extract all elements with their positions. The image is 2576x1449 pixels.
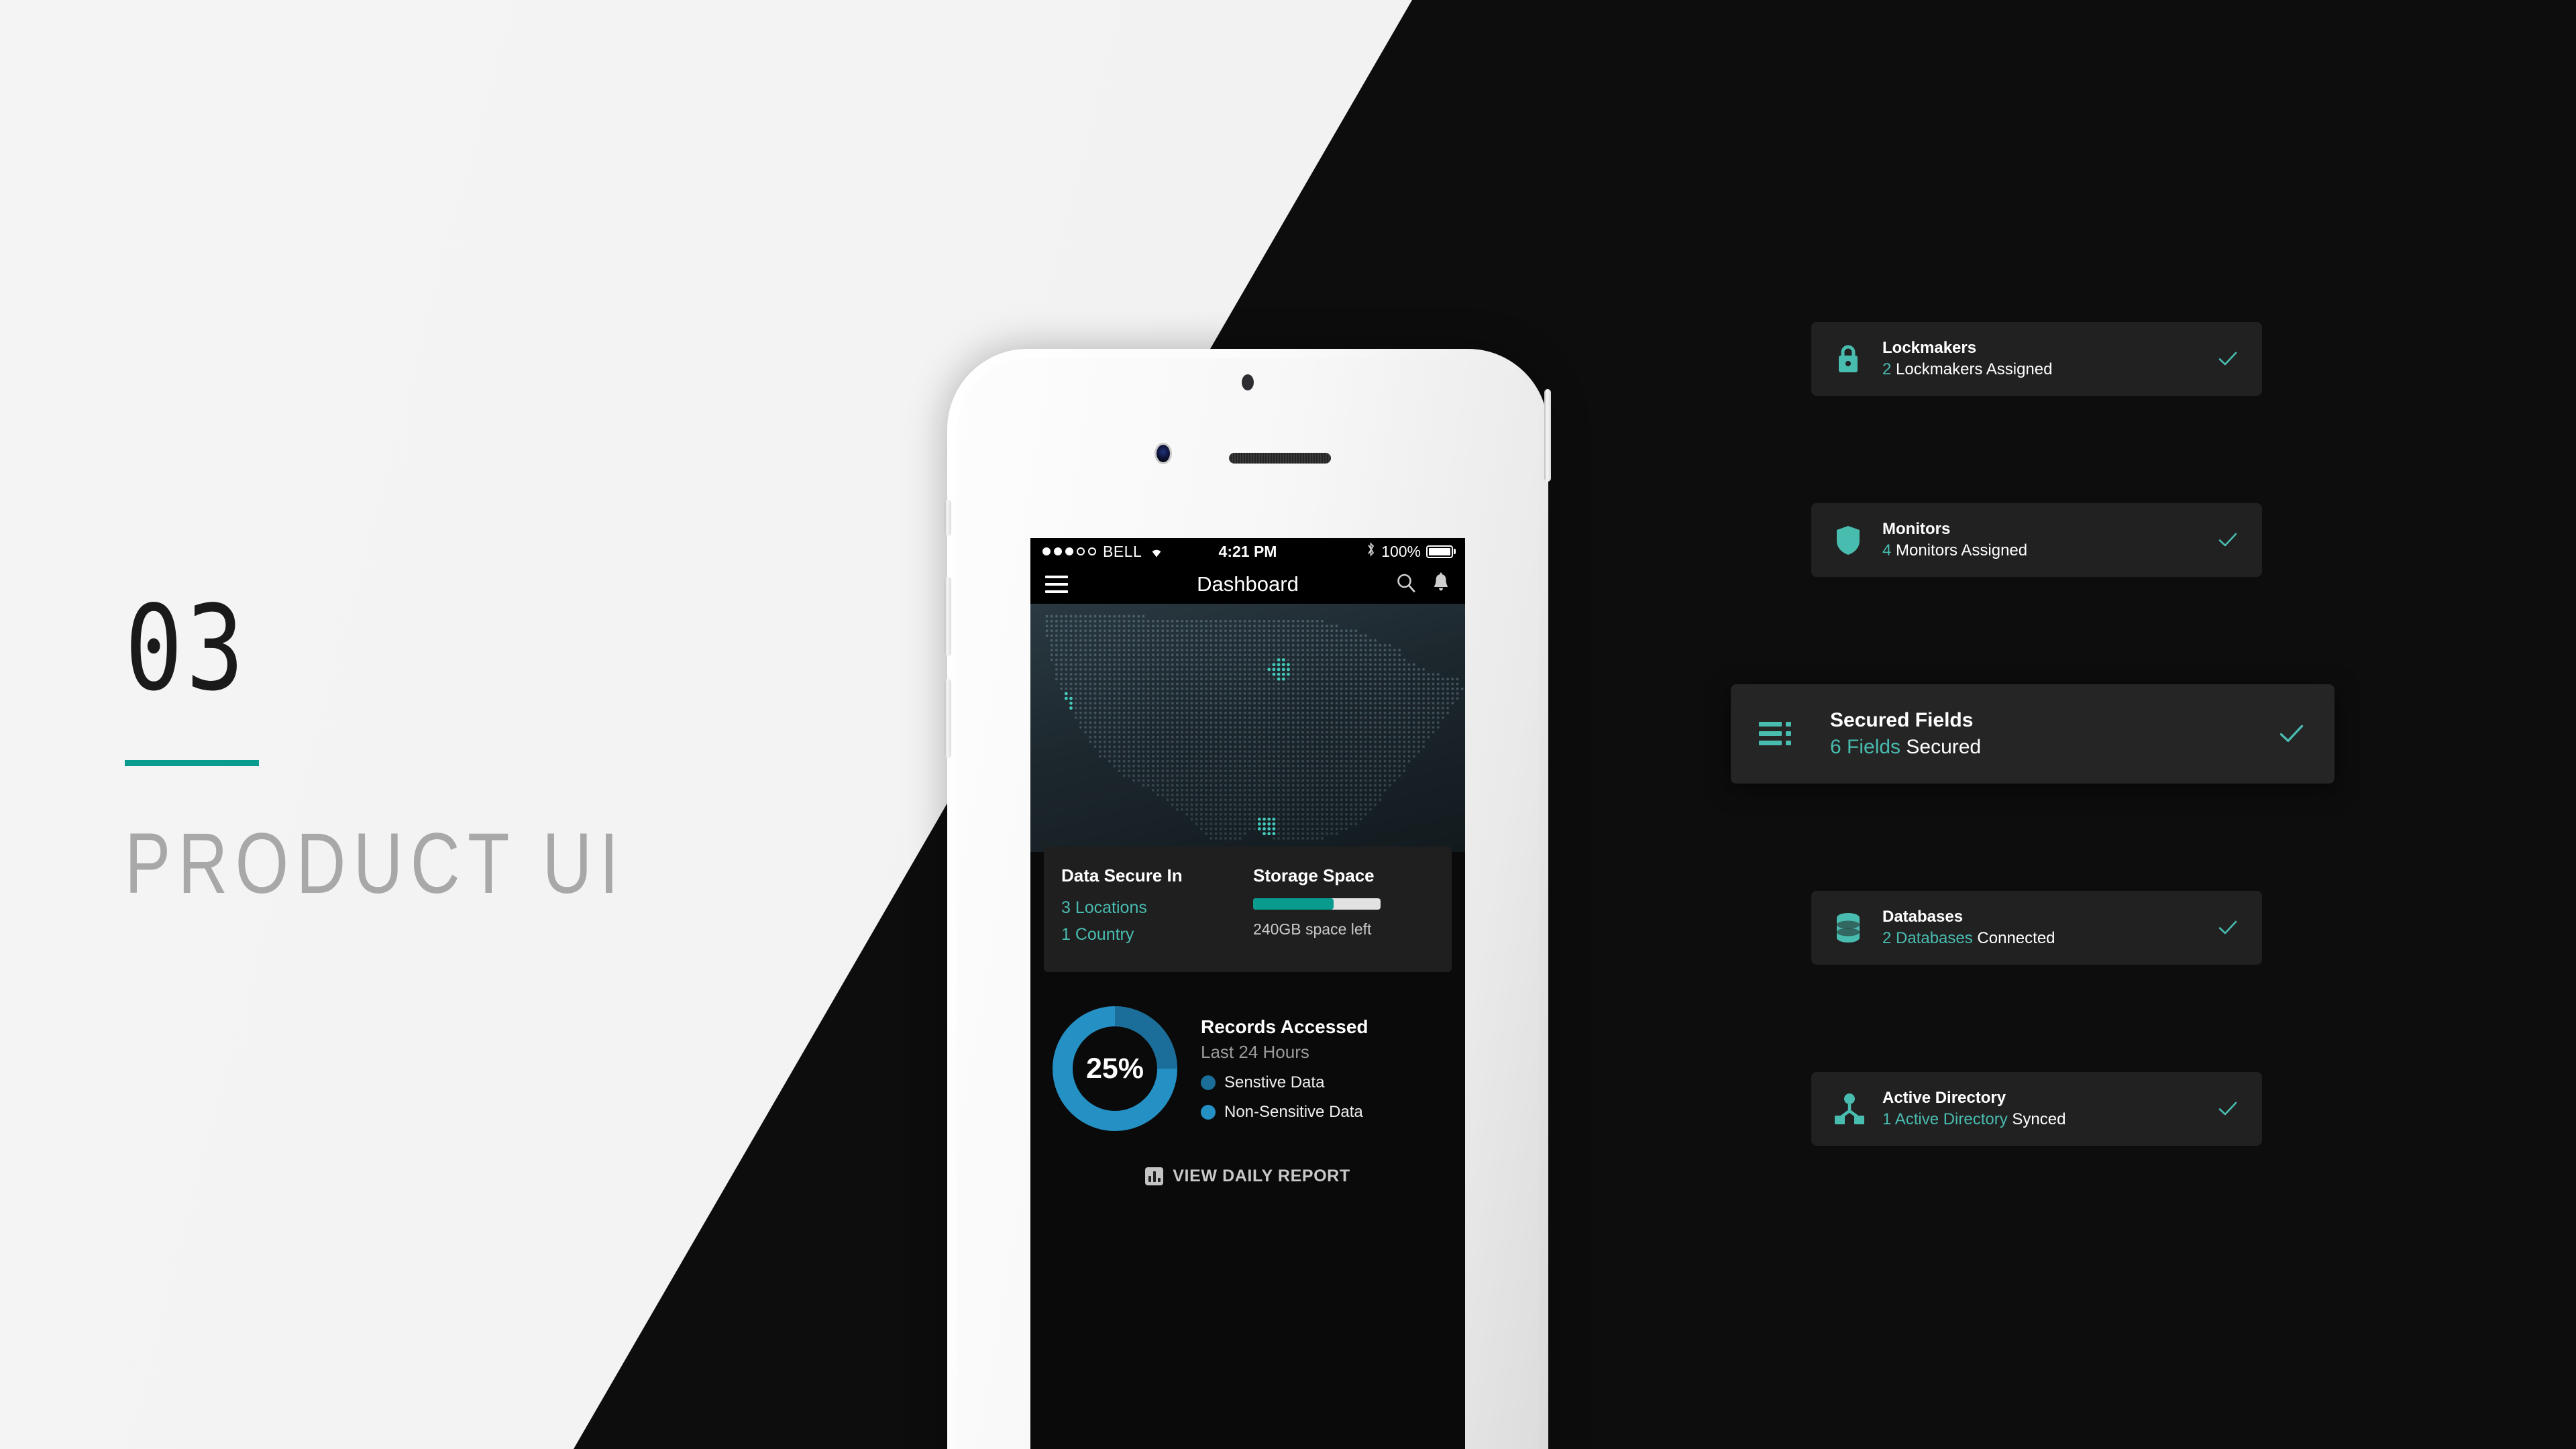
card-subtitle-highlight: 4 [1882, 541, 1892, 559]
records-subtitle: Last 24 Hours [1201, 1041, 1309, 1062]
card-subtitle: 4 Monitors Assigned [1882, 540, 2027, 561]
card-subtitle: 2 Databases Connected [1882, 928, 2055, 949]
view-daily-report-label: VIEW DAILY REPORT [1173, 1167, 1350, 1185]
card-subtitle-highlight: 2 [1882, 360, 1892, 378]
storage-progress-fill [1253, 898, 1334, 910]
carrier-label: BELL [1103, 542, 1142, 560]
phone-power-button[interactable] [1544, 389, 1551, 482]
data-secure-locations: 3 Locations [1061, 898, 1147, 917]
card-subtitle-rest: Lockmakers Assigned [1891, 360, 2053, 378]
view-daily-report-button[interactable]: VIEW DAILY REPORT [1030, 1167, 1465, 1186]
status-card-active-directory[interactable]: Active Directory 1 Active Directory Synce… [1811, 1072, 2262, 1146]
storage-space-column: Storage Space 240GB space left [1242, 865, 1434, 952]
check-icon [2216, 347, 2239, 370]
card-subtitle-rest: Synced [2007, 1110, 2066, 1128]
card-title: Active Directory [1882, 1088, 2006, 1107]
status-card-lockmakers[interactable]: Lockmakers 2 Lockmakers Assigned [1811, 322, 2262, 396]
check-icon [2216, 1097, 2239, 1120]
phone-screen: BELL 4:21 PM 100% Dashboard Data Secure … [1030, 538, 1465, 1449]
storage-space-note: 240GB space left [1253, 920, 1372, 938]
section-number: 03 [125, 581, 248, 717]
records-donut-chart: 25% [1048, 1002, 1182, 1136]
status-right-group: 100% [1366, 541, 1453, 561]
wifi-icon [1148, 545, 1165, 558]
check-icon [2216, 529, 2239, 551]
phone-volume-up-button[interactable] [945, 577, 951, 656]
card-subtitle: 2 Lockmakers Assigned [1882, 359, 2052, 380]
bluetooth-icon [1366, 541, 1376, 561]
status-card-secured-fields[interactable]: Secured Fields 6 Fields Secured [1731, 684, 2334, 784]
phone-volume-down-button[interactable] [945, 679, 951, 758]
legend-item: Non-Sensitive Data [1201, 1103, 1368, 1122]
storage-heading: Storage Space [1253, 865, 1375, 885]
card-title: Secured Fields [1830, 708, 1974, 731]
search-icon[interactable] [1395, 572, 1417, 597]
card-text: Secured Fields 6 Fields Secured [1830, 707, 1981, 761]
card-title: Lockmakers [1882, 338, 1977, 357]
card-subtitle-rest: Monitors Assigned [1891, 541, 2028, 559]
battery-percent-label: 100% [1381, 542, 1421, 560]
hamburger-menu-icon[interactable] [1045, 576, 1068, 593]
storage-progress-bar [1253, 898, 1381, 910]
status-card-databases[interactable]: Databases 2 Databases Connected [1811, 891, 2262, 965]
phone-mockup: BELL 4:21 PM 100% Dashboard Data Secure … [945, 349, 1551, 1449]
donut-center-value: 25% [1085, 1052, 1144, 1085]
check-icon [2277, 719, 2306, 749]
status-card-monitors[interactable]: Monitors 4 Monitors Assigned [1811, 503, 2262, 577]
legend-color-dot [1201, 1075, 1216, 1090]
card-title: Monitors [1882, 519, 1951, 538]
data-secure-country: 1 Country [1061, 925, 1134, 944]
card-title: Databases [1882, 907, 1964, 926]
card-subtitle: 6 Fields Secured [1830, 734, 1981, 761]
card-text: Active Directory 1 Active Directory Synce… [1882, 1087, 2065, 1131]
dotted-usa-map [1030, 604, 1465, 852]
map-dots-svg [1045, 614, 1464, 840]
shield-icon [1834, 524, 1876, 556]
phone-earpiece-speaker [1229, 453, 1331, 464]
bell-icon[interactable] [1432, 572, 1450, 597]
card-subtitle: 1 Active Directory Synced [1882, 1109, 2065, 1130]
records-title: Records Accessed [1201, 1016, 1368, 1037]
phone-front-camera [1157, 445, 1170, 462]
legend-color-dot [1201, 1104, 1216, 1120]
data-secure-heading: Data Secure In [1061, 865, 1183, 885]
legend-label: Non-Sensitive Data [1224, 1102, 1363, 1121]
phone-mute-switch[interactable] [945, 500, 951, 536]
legend-item: Senstive Data [1201, 1073, 1368, 1092]
slide-title-block: 03 PRODUCT UI [125, 590, 729, 907]
battery-icon [1426, 545, 1453, 558]
phone-proximity-sensor [1242, 374, 1254, 390]
check-icon [2216, 916, 2239, 939]
app-nav-bar: Dashboard [1030, 565, 1465, 604]
records-info: Records Accessed Last 24 Hours Senstive … [1201, 1016, 1368, 1122]
data-secure-column: Data Secure In 3 Locations 1 Country [1061, 865, 1242, 952]
list-fields-icon [1759, 720, 1815, 748]
accent-divider [125, 760, 259, 766]
card-subtitle-rest: Secured [1900, 736, 1982, 758]
bar-chart-icon [1145, 1167, 1164, 1185]
card-text: Databases 2 Databases Connected [1882, 906, 2055, 950]
card-subtitle-highlight: 1 Active Directory [1882, 1110, 2008, 1128]
database-icon [1834, 912, 1876, 944]
stats-card: Data Secure In 3 Locations 1 Country Sto… [1044, 847, 1452, 972]
records-accessed-section: 25% Records Accessed Last 24 Hours Senst… [1030, 1002, 1465, 1136]
signal-strength-icon [1042, 547, 1096, 555]
records-legend: Senstive Data Non-Sensitive Data [1201, 1073, 1368, 1122]
nav-actions [1395, 572, 1450, 597]
card-text: Lockmakers 2 Lockmakers Assigned [1882, 337, 2052, 381]
card-subtitle-highlight: 6 Fields [1830, 736, 1901, 758]
status-cards-panel: Lockmakers 2 Lockmakers Assigned Monitors 4… [1731, 322, 2334, 1253]
card-subtitle-highlight: 2 Databases [1882, 929, 1973, 947]
card-text: Monitors 4 Monitors Assigned [1882, 519, 2027, 562]
legend-label: Senstive Data [1224, 1073, 1325, 1091]
card-subtitle-rest: Connected [1972, 929, 2055, 947]
status-bar: BELL 4:21 PM 100% [1030, 538, 1465, 565]
page-title: PRODUCT UI [125, 816, 627, 912]
org-chart-icon [1834, 1093, 1876, 1125]
lock-icon [1834, 343, 1876, 375]
